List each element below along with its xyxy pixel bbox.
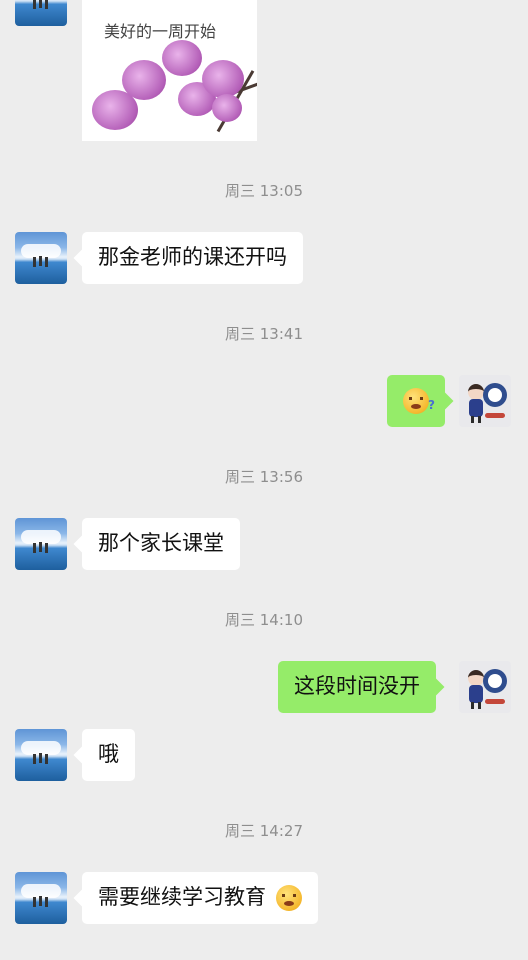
contact-avatar[interactable] (15, 872, 67, 924)
message-text: 哦 (98, 742, 119, 766)
message-bubble-left[interactable]: 需要继续学习教育 (82, 872, 318, 924)
timestamp: 周三 14:27 (225, 822, 303, 840)
message-bubble-left[interactable]: 那个家长课堂 (82, 518, 240, 570)
message-bubble-right[interactable]: 这段时间没开 (278, 661, 436, 713)
contact-avatar[interactable] (15, 518, 67, 570)
message-bubble-left[interactable]: 哦 (82, 729, 135, 781)
timestamp: 周三 13:56 (225, 468, 303, 486)
sticker-message-right[interactable] (387, 375, 445, 430)
timestamp: 周三 13:41 (225, 325, 303, 343)
contact-avatar[interactable] (15, 729, 67, 781)
timestamp: 周三 13:05 (225, 182, 303, 200)
self-avatar[interactable] (459, 375, 511, 427)
contact-avatar[interactable] (15, 232, 67, 284)
image-message[interactable]: 美好的一周开始 (82, 0, 257, 141)
contact-avatar[interactable] (15, 0, 67, 26)
thinking-face-emoji-icon (403, 380, 435, 430)
orchid-flower (202, 60, 244, 98)
self-avatar[interactable] (459, 661, 511, 713)
message-text: 那金老师的课还开吗 (98, 245, 287, 269)
message-text: 需要继续学习教育 (98, 885, 266, 909)
orchid-flower (162, 40, 202, 76)
orchid-flower (122, 60, 166, 100)
laughing-crying-emoji-icon (276, 885, 302, 911)
timestamp: 周三 14:10 (225, 611, 303, 629)
message-text: 这段时间没开 (294, 674, 420, 698)
orchid-flower (212, 94, 242, 122)
image-caption: 美好的一周开始 (104, 22, 217, 41)
message-text: 那个家长课堂 (98, 531, 224, 555)
message-bubble-left[interactable]: 那金老师的课还开吗 (82, 232, 303, 284)
